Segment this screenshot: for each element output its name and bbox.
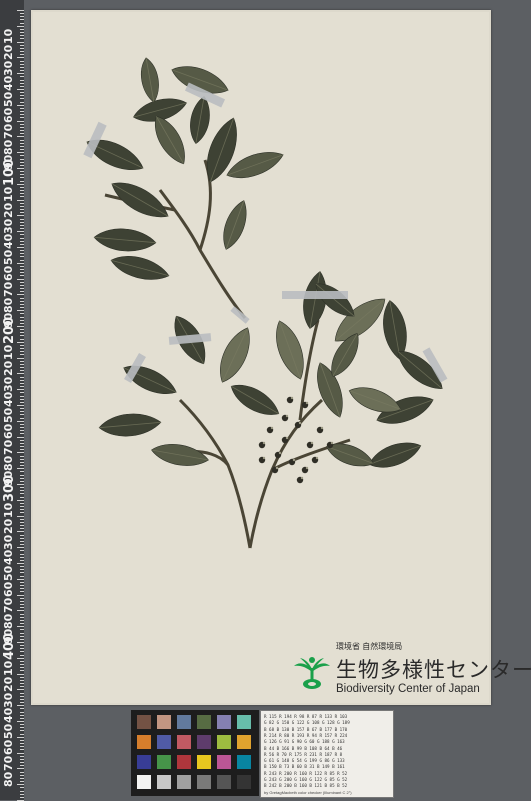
color-card-row: B 242 B 200 B 160 B 121 B 85 B 52 xyxy=(264,783,348,789)
stem xyxy=(178,398,252,549)
color-card-row: R 115 R 194 R 98 R 87 R 133 R 103 xyxy=(264,714,348,719)
leaf xyxy=(220,327,250,383)
flower-petal xyxy=(285,414,289,418)
color-swatch xyxy=(237,755,251,769)
flower-petal xyxy=(320,426,324,430)
biodiversity-center-logo-icon xyxy=(294,657,330,689)
flower-petal xyxy=(330,441,334,445)
stem xyxy=(248,398,324,549)
color-swatch xyxy=(137,775,151,789)
leaf xyxy=(93,228,157,252)
leaf xyxy=(223,200,247,250)
color-swatch xyxy=(157,775,171,789)
color-swatch xyxy=(177,715,191,729)
flower-petal xyxy=(262,441,266,445)
color-card-row: G 126 G 91 G 90 G 60 G 188 G 163 xyxy=(264,739,345,745)
color-card-row: G 243 G 200 G 160 G 122 G 85 G 52 xyxy=(264,777,348,782)
leaf xyxy=(276,320,304,380)
color-card-row: R 56 R 70 R 175 R 231 R 187 R 8 xyxy=(264,751,343,757)
color-swatch xyxy=(137,755,151,769)
color-swatch xyxy=(197,715,211,729)
color-swatch xyxy=(137,715,151,729)
color-card-row: B 150 B 73 B 60 B 31 B 149 B 161 xyxy=(264,764,345,770)
leaf xyxy=(111,182,169,218)
color-swatch xyxy=(157,715,171,729)
color-card-row: R 243 R 200 R 160 R 122 R 85 R 52 xyxy=(264,770,348,776)
flower-petal xyxy=(285,436,289,440)
flower-petal xyxy=(305,466,309,470)
flower-petal xyxy=(270,426,274,430)
institution-label: 環境省 自然環境局 生物多様性センター Biodiversity Center … xyxy=(290,640,531,702)
flower-petal xyxy=(310,441,314,445)
color-swatch xyxy=(197,735,211,749)
leaf xyxy=(190,95,210,145)
center-name-japanese: 生物多様性センター xyxy=(336,658,531,682)
leaf xyxy=(110,256,170,280)
color-swatch xyxy=(177,735,191,749)
color-swatch xyxy=(157,755,171,769)
flower-petal xyxy=(305,401,309,405)
flower-petal xyxy=(292,458,296,462)
leaf xyxy=(140,57,159,103)
mounting-tape xyxy=(282,291,348,299)
color-card-row: R 214 R 80 R 193 R 94 R 157 R 224 xyxy=(264,732,348,738)
color-checker-chart xyxy=(131,710,259,796)
color-card-footer: by GretagMacbeth color checker (Illumina… xyxy=(264,790,352,795)
color-swatch xyxy=(217,715,231,729)
color-swatch xyxy=(197,775,211,789)
leaf xyxy=(368,442,422,468)
color-swatch xyxy=(197,755,211,769)
flower-petal xyxy=(300,476,304,480)
center-name-english: Biodiversity Center of Japan xyxy=(336,683,480,695)
color-reference-card: by GretagMacbeth color checker (Illumina… xyxy=(260,710,394,798)
color-card-row: B 68 B 130 B 157 B 67 B 177 B 170 xyxy=(264,726,348,732)
color-card-row: B 44 B 166 B 99 B 108 B 64 B 46 xyxy=(264,745,343,751)
color-swatch xyxy=(157,735,171,749)
color-swatch xyxy=(177,755,191,769)
flower-petal xyxy=(278,451,282,455)
specimen-leaves xyxy=(86,57,443,468)
leaf xyxy=(98,413,162,437)
color-card-row: G 82 G 150 G 122 G 108 G 128 G 189 xyxy=(264,720,350,726)
flower-petal xyxy=(275,466,279,470)
flower-petal xyxy=(290,396,294,400)
flower-petal xyxy=(315,456,319,460)
color-swatch xyxy=(217,735,231,749)
color-swatch xyxy=(237,715,251,729)
herbarium-image: 10 20 30 40 50 60 70 80 90 100 10 20 30 40 50 60 70 80 90 2… xyxy=(0,0,531,801)
mounting-tape xyxy=(230,306,250,324)
color-swatch xyxy=(237,735,251,749)
color-card-row: G 61 G 148 G 54 G 199 G 86 G 133 xyxy=(264,758,345,764)
ministry-name: 環境省 自然環境局 xyxy=(336,642,403,651)
leaf xyxy=(151,443,210,466)
flower-petal xyxy=(262,456,266,460)
leaf xyxy=(230,384,280,415)
flower-petal xyxy=(298,421,302,425)
color-swatch xyxy=(237,775,251,789)
color-swatch xyxy=(217,775,231,789)
color-swatch xyxy=(137,735,151,749)
color-swatch xyxy=(217,755,231,769)
color-swatch xyxy=(177,775,191,789)
